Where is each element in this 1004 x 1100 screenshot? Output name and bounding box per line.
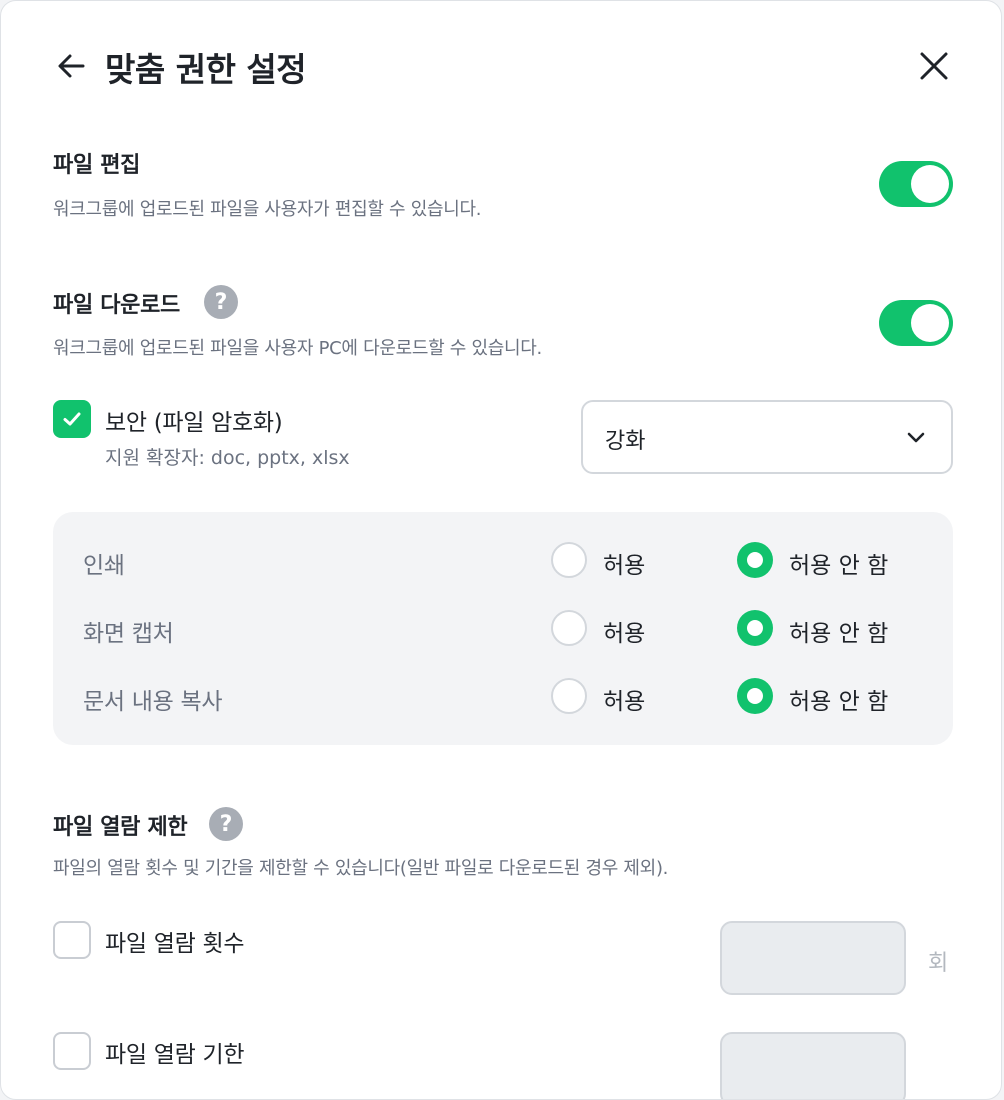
view-period-label: 파일 열람 기한 <box>105 1042 245 1068</box>
check-icon <box>63 412 81 426</box>
view-count-checkbox[interactable] <box>53 921 91 959</box>
dialog-title: 맞춤 권한 설정 <box>105 50 307 89</box>
arrow-left-icon <box>58 54 85 78</box>
file-download-toggle[interactable] <box>879 300 953 346</box>
copy-content-allow-radio[interactable] <box>551 678 587 714</box>
toggle-knob <box>911 165 949 203</box>
security-checkbox[interactable] <box>53 400 91 438</box>
file-download-description: 워크그룹에 업로드된 파일을 사용자 PC에 다운로드할 수 있습니다. <box>53 338 542 359</box>
select-value: 강화 <box>605 429 646 454</box>
view-count-label: 파일 열람 횟수 <box>105 931 245 957</box>
security-label: 보안 (파일 암호화) <box>105 410 283 436</box>
view-count-input[interactable] <box>720 921 906 995</box>
screen-capture-label: 화면 캡처 <box>83 621 174 647</box>
print-deny-radio[interactable] <box>737 542 773 578</box>
screen-capture-allow-radio[interactable] <box>551 610 587 646</box>
chevron-down-icon <box>907 432 925 443</box>
file-edit-title: 파일 편집 <box>53 153 141 178</box>
file-view-limit-description: 파일의 열람 횟수 및 기간을 제한할 수 있습니다(일반 파일로 다운로드된 … <box>53 858 669 879</box>
back-button[interactable] <box>53 47 91 85</box>
permission-dialog: 맞춤 권한 설정 파일 편집 워크그룹에 업로드된 파일을 사용자가 편집할 수… <box>0 0 1002 1100</box>
close-icon <box>920 52 948 80</box>
copy-content-allow-label[interactable]: 허용 <box>603 682 645 716</box>
print-allow-label[interactable]: 허용 <box>603 546 645 580</box>
supported-extensions: 지원 확장자: doc, pptx, xlsx <box>105 447 350 469</box>
view-period-input[interactable] <box>720 1032 906 1099</box>
file-edit-description: 워크그룹에 업로드된 파일을 사용자가 편집할 수 있습니다. <box>53 199 482 220</box>
view-period-checkbox[interactable] <box>53 1032 91 1070</box>
screen-capture-deny-label[interactable]: 허용 안 함 <box>789 614 888 648</box>
screen-capture-allow-label[interactable]: 허용 <box>603 614 645 648</box>
help-icon[interactable]: ? <box>209 807 243 841</box>
file-download-title: 파일 다운로드 <box>53 293 180 318</box>
print-label: 인쇄 <box>83 553 125 579</box>
print-allow-radio[interactable] <box>551 542 587 578</box>
print-deny-label[interactable]: 허용 안 함 <box>789 546 888 580</box>
toggle-knob <box>911 304 949 342</box>
security-level-select[interactable]: 강화 <box>581 400 953 474</box>
copy-content-label: 문서 내용 복사 <box>83 689 223 715</box>
file-view-limit-title: 파일 열람 제한 <box>53 815 188 840</box>
file-edit-toggle[interactable] <box>879 161 953 207</box>
copy-content-deny-radio[interactable] <box>737 678 773 714</box>
screen-capture-deny-radio[interactable] <box>737 610 773 646</box>
view-count-unit: 회 <box>928 951 949 976</box>
close-button[interactable] <box>913 45 955 87</box>
copy-content-deny-label[interactable]: 허용 안 함 <box>789 682 888 716</box>
help-icon[interactable]: ? <box>204 285 238 319</box>
